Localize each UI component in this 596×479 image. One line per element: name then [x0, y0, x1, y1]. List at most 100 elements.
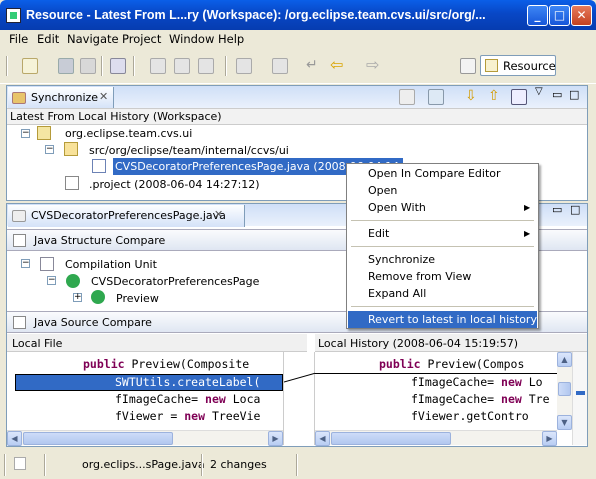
- source-compare-title: Java Source Compare: [34, 316, 152, 329]
- right-vertical-scrollbar[interactable]: ▲ ▼: [557, 352, 572, 430]
- resource-perspective-button[interactable]: Resource: [480, 55, 556, 76]
- scroll-thumb[interactable]: [331, 432, 451, 445]
- toolbar-separator: [6, 56, 8, 76]
- menu-help[interactable]: Help: [218, 32, 244, 46]
- sync-mode-icon[interactable]: [399, 89, 415, 105]
- menu-item-edit[interactable]: Edit ▶: [348, 225, 537, 242]
- fast-view-icon[interactable]: [14, 457, 26, 470]
- save-icon[interactable]: [58, 58, 74, 74]
- status-separator: [296, 454, 298, 476]
- minimize-view-icon[interactable]: ▭: [552, 88, 562, 101]
- diff-connector: [284, 372, 316, 383]
- next-change-icon[interactable]: ⇩: [465, 89, 481, 105]
- maximize-button[interactable]: □: [549, 5, 570, 26]
- menu-bar: File Edit Navigate Project Window Help: [0, 30, 596, 48]
- tree-item-project[interactable]: org.eclipse.team.cvs.ui: [65, 127, 192, 140]
- code-line: fImageCache= new Loca: [115, 392, 261, 406]
- structure-compare-title: Java Structure Compare: [34, 234, 166, 247]
- menu-edit[interactable]: Edit: [37, 32, 59, 46]
- tree-expander[interactable]: −: [47, 276, 56, 285]
- scroll-up-icon[interactable]: ▲: [557, 352, 572, 367]
- menu-file[interactable]: File: [9, 32, 28, 46]
- menu-item-open[interactable]: Open: [348, 182, 537, 199]
- tree-item-package[interactable]: src/org/eclipse/team/internal/ccvs/ui: [89, 144, 289, 157]
- right-pane-label: Local History (2008-06-04 15:19:57): [318, 337, 519, 350]
- scroll-left-icon[interactable]: ◀: [7, 431, 22, 446]
- menu-separator: [351, 306, 534, 307]
- menu-item-revert-local-history[interactable]: Revert to latest in local history: [348, 311, 537, 328]
- window-title: Resource - Latest From L...ry (Workspace…: [26, 8, 486, 22]
- tab-label: CVSDecoratorPreferencesPage.java: [31, 209, 226, 222]
- tree-expander[interactable]: +: [73, 293, 82, 302]
- left-source-area[interactable]: public Preview(Composite SWTUtils.create…: [7, 352, 283, 430]
- folder-icon: [485, 59, 498, 72]
- overview-ruler[interactable]: [572, 352, 587, 445]
- scroll-right-icon[interactable]: ▶: [542, 431, 557, 446]
- menu-item-expand-all[interactable]: Expand All: [348, 285, 537, 302]
- minimize-editor-icon[interactable]: ▭: [552, 203, 562, 216]
- structure-item-class[interactable]: CVSDecoratorPreferencesPage: [91, 275, 259, 288]
- back-arrow-icon[interactable]: ⇦: [330, 57, 346, 74]
- maximize-view-icon[interactable]: □: [569, 88, 579, 101]
- status-separator: [201, 454, 203, 476]
- search-icon[interactable]: [174, 58, 190, 74]
- prev-annotation-icon[interactable]: [272, 58, 288, 74]
- overview-change-marker[interactable]: [576, 391, 585, 395]
- minimize-button[interactable]: _: [527, 5, 548, 26]
- structure-icon: [13, 234, 26, 247]
- tab-close-icon[interactable]: ✕: [99, 90, 108, 103]
- tab-compare-editor[interactable]: CVSDecoratorPreferencesPage.java ✕: [8, 205, 245, 227]
- forward-arrow-icon[interactable]: ⇨: [366, 57, 382, 74]
- window-titlebar[interactable]: Resource - Latest From L...ry (Workspace…: [0, 0, 596, 30]
- menu-item-synchronize[interactable]: Synchronize: [348, 251, 537, 268]
- scroll-thumb[interactable]: [23, 432, 173, 445]
- open-perspective-icon[interactable]: [460, 58, 476, 74]
- next-annotation-icon[interactable]: [236, 58, 252, 74]
- class-icon: [66, 274, 80, 288]
- status-separator: [44, 454, 46, 476]
- code-line: fViewer = new TreeVie: [115, 409, 261, 423]
- status-separator: [4, 454, 6, 476]
- menu-navigate[interactable]: Navigate: [67, 32, 119, 46]
- tab-close-icon[interactable]: ✕: [214, 208, 223, 221]
- last-edit-icon[interactable]: ↵: [306, 58, 322, 74]
- tree-expander[interactable]: −: [45, 145, 54, 154]
- tree-expander[interactable]: −: [21, 129, 30, 138]
- new-icon[interactable]: [22, 58, 38, 74]
- tab-synchronize[interactable]: Synchronize ✕: [8, 87, 114, 109]
- scroll-right-icon[interactable]: ▶: [268, 431, 283, 446]
- open-type-icon[interactable]: [150, 58, 166, 74]
- tree-item-project-file[interactable]: .project (2008-06-04 14:27:12): [89, 178, 260, 191]
- prev-change-icon[interactable]: ⇧: [488, 89, 504, 105]
- menu-item-remove-from-view[interactable]: Remove from View: [348, 268, 537, 285]
- left-horizontal-scrollbar[interactable]: ◀ ▶: [7, 430, 283, 446]
- menu-project[interactable]: Project: [122, 32, 161, 46]
- structure-item-unit[interactable]: Compilation Unit: [65, 258, 157, 271]
- right-horizontal-scrollbar[interactable]: ◀ ▶: [315, 430, 557, 446]
- text-file-icon: [65, 176, 79, 190]
- code-line: fImageCache= new Tre: [411, 392, 550, 406]
- pin-icon[interactable]: [428, 89, 444, 105]
- task-icon[interactable]: [198, 58, 214, 74]
- scroll-thumb[interactable]: [558, 382, 571, 396]
- toolbar-separator: [101, 56, 103, 76]
- scroll-down-icon[interactable]: ▼: [557, 415, 572, 430]
- menu-item-open-compare-editor[interactable]: Open In Compare Editor: [348, 165, 537, 182]
- scroll-left-icon[interactable]: ◀: [315, 431, 330, 446]
- context-menu: Open In Compare Editor Open Open With ▶ …: [346, 163, 539, 329]
- print-icon[interactable]: [80, 58, 96, 74]
- diff-marker-line: [315, 373, 557, 374]
- binary-icon[interactable]: [110, 58, 126, 74]
- right-source-area[interactable]: public Preview(Compos fImageCache= new L…: [315, 352, 557, 430]
- structure-item-method[interactable]: Preview: [116, 292, 159, 305]
- tree-expander[interactable]: −: [21, 259, 30, 268]
- view-menu-icon[interactable]: ▽: [535, 86, 543, 97]
- menu-item-open-with[interactable]: Open With ▶: [348, 199, 537, 216]
- source-icon: [13, 316, 26, 329]
- close-button[interactable]: ✕: [571, 5, 592, 26]
- collapse-all-icon[interactable]: [511, 89, 527, 105]
- maximize-editor-icon[interactable]: □: [570, 203, 580, 216]
- menu-item-label: Edit: [368, 227, 390, 240]
- menu-window[interactable]: Window: [169, 32, 214, 46]
- perspective-label: Resource: [503, 59, 556, 73]
